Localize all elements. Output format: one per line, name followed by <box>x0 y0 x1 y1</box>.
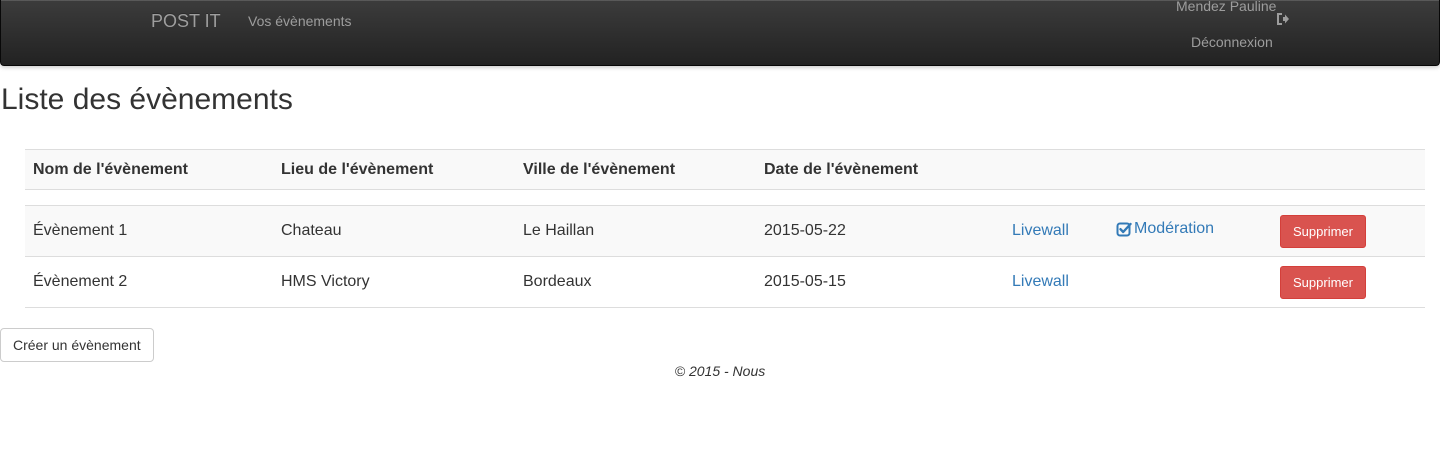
moderation-cell: Modération <box>1108 205 1272 257</box>
user-name: Mendez Pauline <box>1176 0 1277 14</box>
table-row: Évènement 2 HMS Victory Bordeaux 2015-05… <box>25 256 1425 308</box>
livewall-cell: Livewall <box>1004 205 1108 257</box>
event-date: 2015-05-15 <box>756 256 1004 308</box>
header-city: Ville de l'évènement <box>515 149 756 190</box>
livewall-link[interactable]: Livewall <box>1012 222 1069 239</box>
event-place: HMS Victory <box>273 256 515 308</box>
create-event-button[interactable]: Créer un évènement <box>0 328 154 362</box>
header-blank-livewall <box>1004 149 1108 190</box>
brand-link[interactable]: POST IT <box>151 11 221 32</box>
footer: © 2015 - Nous <box>674 363 766 379</box>
moderation-cell <box>1108 256 1272 308</box>
delete-button[interactable]: Supprimer <box>1280 265 1366 299</box>
table-row: Évènement 1 Chateau Le Haillan 2015-05-2… <box>25 205 1425 257</box>
event-date: 2015-05-22 <box>756 205 1004 257</box>
header-place: Lieu de l'évènement <box>273 149 515 190</box>
logout-link[interactable]: Déconnexion <box>1191 34 1273 50</box>
actions-cell: Supprimer <box>1272 205 1425 257</box>
header-blank-actions <box>1272 149 1425 190</box>
top-navbar: POST IT Vos évènements Mendez Pauline Dé… <box>0 0 1440 66</box>
nav-link-events[interactable]: Vos évènements <box>248 13 352 29</box>
table-header-row: Nom de l'évènement Lieu de l'évènement V… <box>25 149 1425 190</box>
header-name: Nom de l'évènement <box>25 149 273 190</box>
page-title: Liste des évènements <box>1 83 293 116</box>
livewall-cell: Livewall <box>1004 256 1108 308</box>
event-city: Bordeaux <box>515 256 756 308</box>
event-city: Le Haillan <box>515 205 756 257</box>
check-square-icon <box>1116 221 1132 237</box>
log-out-icon[interactable] <box>1276 12 1292 28</box>
table-spacer <box>25 190 1425 206</box>
events-table: Nom de l'évènement Lieu de l'évènement V… <box>25 149 1425 308</box>
event-name: Évènement 1 <box>25 205 273 257</box>
event-place: Chateau <box>273 205 515 257</box>
actions-cell: Supprimer <box>1272 256 1425 308</box>
delete-button[interactable]: Supprimer <box>1280 214 1366 248</box>
event-name: Évènement 2 <box>25 256 273 308</box>
header-blank-moderation <box>1108 149 1272 190</box>
header-date: Date de l'évènement <box>756 149 1004 190</box>
livewall-link[interactable]: Livewall <box>1012 273 1069 290</box>
moderation-label: Modération <box>1134 220 1215 237</box>
moderation-link[interactable]: Modération <box>1116 220 1214 238</box>
